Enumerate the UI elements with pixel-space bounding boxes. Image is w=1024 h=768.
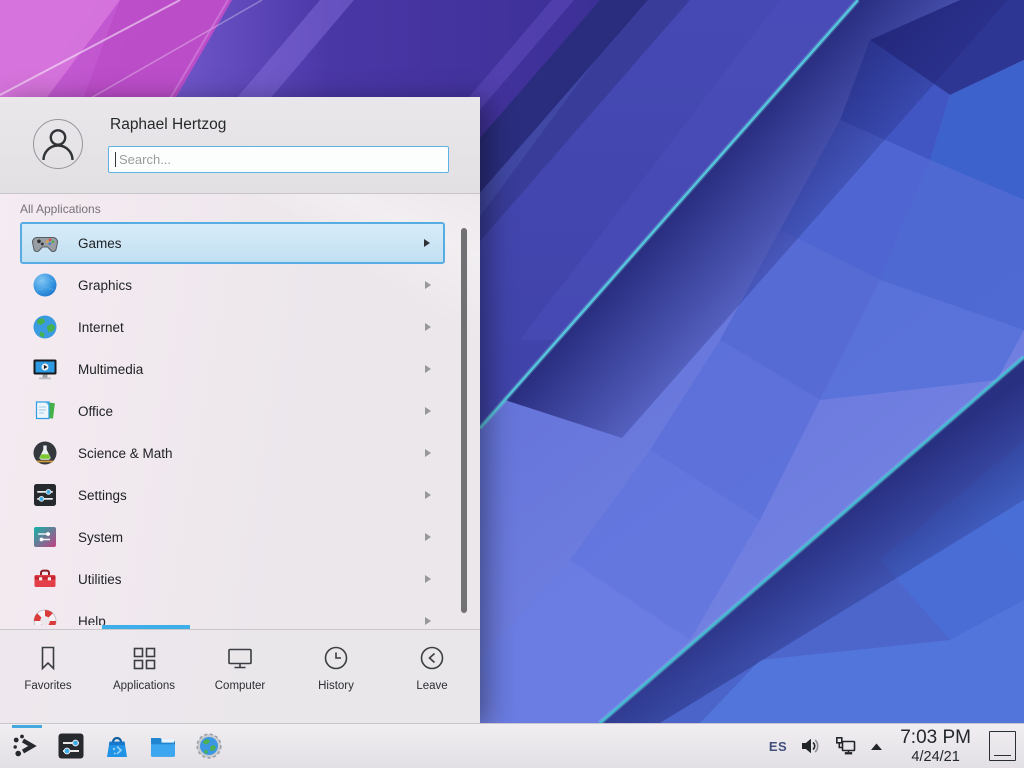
category-label: Multimedia [78, 362, 143, 377]
clock-widget[interactable]: 7:03 PM 4/24/21 [900, 728, 971, 765]
settings-sliders-icon [31, 481, 59, 509]
globe-icon [31, 313, 59, 341]
category-list: Games Graphics [0, 216, 480, 625]
taskbar-launchers [0, 731, 224, 761]
tab-label: Computer [215, 680, 266, 692]
category-item-utilities[interactable]: Utilities [20, 558, 445, 600]
tab-favorites[interactable]: Favorites [0, 630, 96, 723]
discover-icon[interactable] [102, 731, 132, 761]
search-input[interactable] [108, 146, 449, 173]
science-flask-icon [31, 439, 59, 467]
category-item-office[interactable]: Office [20, 390, 445, 432]
bookmark-icon [33, 643, 63, 673]
konqueror-browser-icon[interactable] [194, 731, 224, 761]
user-icon [34, 120, 82, 168]
user-avatar[interactable] [33, 119, 83, 169]
tab-label: Leave [416, 680, 447, 692]
category-item-system[interactable]: System [20, 516, 445, 558]
utilities-toolbox-icon [31, 565, 59, 593]
keyboard-layout-indicator[interactable]: ES [769, 739, 787, 754]
dolphin-file-manager-icon[interactable] [148, 731, 178, 761]
category-item-internet[interactable]: Internet [20, 306, 445, 348]
active-launcher-indicator [12, 725, 42, 728]
tab-computer[interactable]: Computer [192, 630, 288, 723]
gamepad-icon [31, 229, 59, 257]
volume-icon[interactable] [799, 735, 821, 757]
multimedia-monitor-icon [31, 355, 59, 383]
menu-header: Raphael Hertzog [0, 97, 480, 194]
chevron-right-icon [425, 449, 431, 457]
system-tray: ES [769, 728, 1024, 765]
category-label: Internet [78, 320, 124, 335]
user-name: Raphael Hertzog [110, 116, 226, 134]
leave-back-icon [417, 643, 447, 673]
desktop: Raphael Hertzog All Applications Games [0, 0, 1024, 768]
expand-tray-caret-icon[interactable] [869, 741, 884, 752]
clock-date: 4/24/21 [911, 750, 959, 765]
office-document-icon [31, 397, 59, 425]
chevron-right-icon [424, 239, 430, 247]
chevron-right-icon [425, 323, 431, 331]
tab-applications[interactable]: Applications [96, 630, 192, 723]
category-item-graphics[interactable]: Graphics [20, 264, 445, 306]
tab-label: Favorites [24, 680, 71, 692]
tab-history[interactable]: History [288, 630, 384, 723]
category-label: Games [78, 236, 122, 251]
category-item-science-math[interactable]: Science & Math [20, 432, 445, 474]
graphics-sphere-icon [31, 271, 59, 299]
text-caret [115, 152, 116, 167]
wired-network-icon[interactable] [833, 735, 857, 757]
search-field-wrap [108, 146, 449, 173]
monitor-icon [225, 643, 255, 673]
category-label: System [78, 530, 123, 545]
category-label: Utilities [78, 572, 122, 587]
section-label: All Applications [20, 202, 101, 216]
chevron-right-icon [425, 407, 431, 415]
system-icon [31, 523, 59, 551]
category-label: Help [78, 614, 106, 626]
application-launcher-icon[interactable] [10, 731, 40, 761]
chevron-right-icon [425, 617, 431, 625]
clock-icon [321, 643, 351, 673]
chevron-right-icon [425, 365, 431, 373]
category-label: Office [78, 404, 113, 419]
chevron-right-icon [425, 533, 431, 541]
help-lifebuoy-icon [31, 607, 59, 625]
category-item-settings[interactable]: Settings [20, 474, 445, 516]
chevron-right-icon [425, 491, 431, 499]
clock-time: 7:03 PM [900, 728, 971, 747]
category-label: Settings [78, 488, 127, 503]
chevron-right-icon [425, 281, 431, 289]
tab-leave[interactable]: Leave [384, 630, 480, 723]
chevron-right-icon [425, 575, 431, 583]
category-item-games[interactable]: Games [20, 222, 445, 264]
system-settings-icon[interactable] [56, 731, 86, 761]
category-item-help[interactable]: Help [20, 600, 445, 625]
show-desktop-button[interactable] [989, 731, 1016, 761]
tab-label: History [318, 680, 354, 692]
category-item-multimedia[interactable]: Multimedia [20, 348, 445, 390]
category-label: Science & Math [78, 446, 173, 461]
menu-tab-bar: Favorites Applications C [0, 629, 480, 723]
application-launcher-menu: Raphael Hertzog All Applications Games [0, 97, 480, 723]
taskbar-panel: ES [0, 723, 1024, 768]
scrollbar-thumb[interactable] [461, 228, 467, 613]
category-label: Graphics [78, 278, 132, 293]
grid-icon [129, 643, 159, 673]
tab-label: Applications [113, 680, 175, 692]
